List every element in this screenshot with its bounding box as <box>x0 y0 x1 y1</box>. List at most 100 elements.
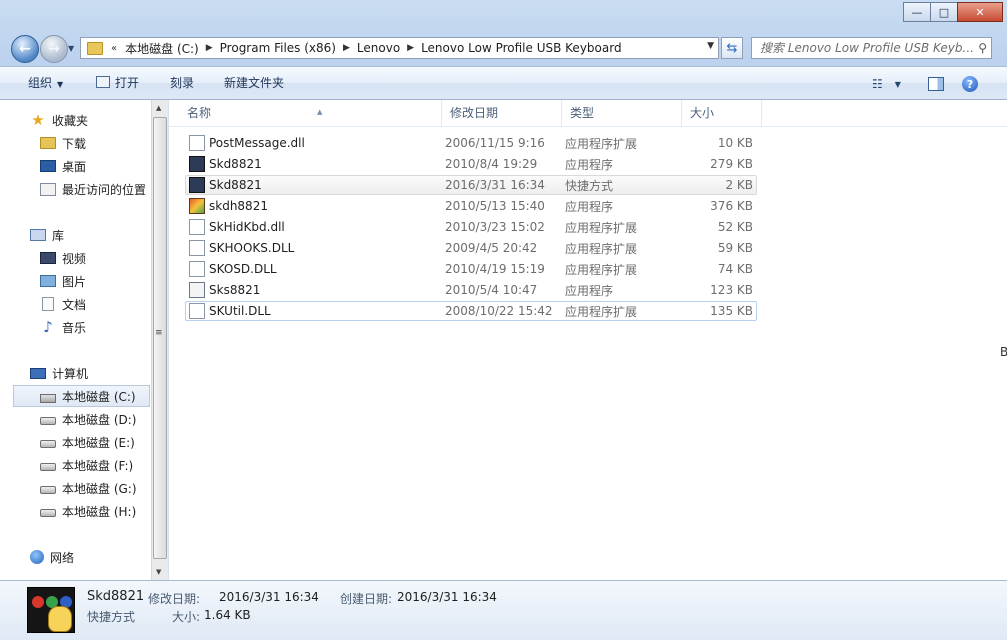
file-size: 135 KB <box>710 304 753 318</box>
preview-pane-button[interactable] <box>928 75 944 93</box>
scroll-thumb[interactable] <box>153 117 167 559</box>
generic-app-icon <box>189 282 205 298</box>
file-type: 应用程序扩展 <box>565 241 638 256</box>
organize-button[interactable]: 组织 ▼ <box>28 67 63 99</box>
preview-pane-icon <box>928 77 944 91</box>
nav-libraries[interactable]: 库 <box>30 224 153 246</box>
nav-computer[interactable]: 计算机 <box>30 362 153 384</box>
file-row-focused[interactable]: SKUtil.DLL 2008/10/22 15:42 应用程序扩展 135 K… <box>185 301 757 321</box>
new-folder-button[interactable]: 新建文件夹 <box>224 67 284 99</box>
breadcrumb-item[interactable]: Lenovo <box>357 41 400 55</box>
setup-icon <box>189 198 205 214</box>
pictures-icon <box>40 275 56 287</box>
forward-button[interactable]: → <box>40 35 68 63</box>
open-button[interactable]: 打开 <box>96 67 139 99</box>
nav-item-drive-c[interactable]: 本地磁盘 (C:) <box>13 385 150 407</box>
breadcrumb-item[interactable]: 本地磁盘 (C:) <box>125 40 199 57</box>
drive-icon <box>40 440 56 448</box>
help-icon: ? <box>962 76 978 92</box>
nav-scrollbar[interactable]: ▲ ≡ ▼ <box>151 100 168 580</box>
nav-item-drive-g[interactable]: 本地磁盘 (G:) <box>40 477 153 499</box>
nav-label: 桌面 <box>62 159 87 174</box>
column-header-name[interactable]: 名称 ▲ <box>179 100 442 126</box>
file-row-selected[interactable]: Skd8821 2016/3/31 16:34 快捷方式 2 KB <box>185 175 757 195</box>
file-type: 应用程序 <box>565 199 614 214</box>
file-type: 应用程序 <box>565 157 614 172</box>
nav-network[interactable]: 网络 <box>30 546 153 568</box>
burn-label: 刻录 <box>170 76 195 90</box>
file-row[interactable]: Sks8821 2010/5/4 10:47 应用程序 123 KB <box>185 280 757 300</box>
file-row[interactable]: skdh8821 2010/5/13 15:40 应用程序 376 KB <box>185 196 757 216</box>
hidden-crumbs-chevron[interactable]: « <box>111 43 117 54</box>
organize-label: 组织 <box>28 76 53 90</box>
command-bar: 组织 ▼ 打开 刻录 新建文件夹 ☷ ▼ ? <box>0 66 1007 100</box>
nav-label: 计算机 <box>52 366 89 381</box>
video-icon <box>40 252 56 264</box>
chevron-right-icon[interactable]: ▶ <box>407 43 414 53</box>
file-type: 快捷方式 <box>565 178 614 193</box>
file-row[interactable]: SKOSD.DLL 2010/4/19 15:19 应用程序扩展 74 KB <box>185 259 757 279</box>
nav-item-music[interactable]: ♪ 音乐 <box>40 316 153 338</box>
view-options-button[interactable]: ☷ ▼ <box>872 75 901 93</box>
chevron-right-icon[interactable]: ▶ <box>206 43 213 53</box>
file-row[interactable]: SKHOOKS.DLL 2009/4/5 20:42 应用程序扩展 59 KB <box>185 238 757 258</box>
address-dropdown-icon[interactable]: ▼ <box>707 41 714 51</box>
red-dot-icon <box>32 596 44 608</box>
column-label: 类型 <box>570 106 595 120</box>
nav-item-documents[interactable]: 文档 <box>40 293 153 315</box>
details-modified-label: 修改日期: <box>148 592 201 606</box>
star-icon: ★ <box>31 111 45 129</box>
nav-item-drive-d[interactable]: 本地磁盘 (D:) <box>40 408 153 430</box>
column-header-row: 名称 ▲ 修改日期 类型 大小 <box>169 100 1007 127</box>
file-size: 59 KB <box>717 241 753 255</box>
column-header-date[interactable]: 修改日期 <box>442 100 562 126</box>
file-type: 应用程序扩展 <box>565 304 638 319</box>
view-list-icon: ☷ <box>872 77 883 91</box>
file-row[interactable]: Skd8821 2010/8/4 19:29 应用程序 279 KB <box>185 154 757 174</box>
breadcrumb-item[interactable]: Program Files (x86) <box>220 41 336 55</box>
nav-item-downloads[interactable]: 下载 <box>40 132 153 154</box>
breadcrumb-item[interactable]: Lenovo Low Profile USB Keyboard <box>421 41 622 55</box>
drive-icon <box>40 509 56 517</box>
search-input[interactable]: 搜索 Lenovo Low Profile USB Keyb... ⚲ <box>751 37 992 59</box>
file-row[interactable]: PostMessage.dll 2006/11/15 9:16 应用程序扩展 1… <box>185 133 757 153</box>
column-header-size[interactable]: 大小 <box>682 100 762 126</box>
details-modified-value: 2016/3/31 16:34 <box>219 590 319 604</box>
nav-item-drive-h[interactable]: 本地磁盘 (H:) <box>40 500 153 522</box>
nav-item-pictures[interactable]: 图片 <box>40 270 153 292</box>
close-button[interactable]: ✕ <box>957 2 1003 22</box>
chevron-down-icon: ▼ <box>894 79 901 89</box>
minimize-button[interactable]: — <box>903 2 931 22</box>
help-button[interactable]: ? <box>962 75 978 93</box>
scroll-up-icon[interactable]: ▲ <box>156 104 161 112</box>
file-size: 279 KB <box>710 157 753 171</box>
nav-favorites[interactable]: ★ 收藏夹 <box>30 109 153 131</box>
column-header-type[interactable]: 类型 <box>562 100 682 126</box>
burn-button[interactable]: 刻录 <box>170 67 194 99</box>
maximize-button[interactable]: □ <box>930 2 958 22</box>
folder-icon <box>87 41 103 55</box>
nav-item-drive-e[interactable]: 本地磁盘 (E:) <box>40 431 153 453</box>
nav-item-recent-places[interactable]: 最近访问的位置 <box>40 178 153 200</box>
pointing-hand-icon <box>48 606 72 632</box>
chevron-right-icon[interactable]: ▶ <box>343 43 350 53</box>
dll-icon <box>189 219 205 235</box>
nav-item-videos[interactable]: 视频 <box>40 247 153 269</box>
nav-item-drive-f[interactable]: 本地磁盘 (F:) <box>40 454 153 476</box>
recent-pages-dropdown[interactable]: ▼ <box>68 44 74 53</box>
file-date: 2010/5/13 15:40 <box>445 199 545 213</box>
scroll-down-icon[interactable]: ▼ <box>156 568 161 576</box>
file-row[interactable]: SkHidKbd.dll 2010/3/23 15:02 应用程序扩展 52 K… <box>185 217 757 237</box>
nav-item-desktop[interactable]: 桌面 <box>40 155 153 177</box>
shortcut-thumbnail <box>27 587 75 633</box>
open-label: 打开 <box>115 76 140 90</box>
dll-icon <box>189 303 205 319</box>
nav-label: 库 <box>52 228 65 243</box>
address-row: ← → ▼ « 本地磁盘 (C:) ▶ Program Files (x86) … <box>0 32 1007 64</box>
refresh-button[interactable]: ⇆ <box>721 37 743 59</box>
downloads-folder-icon <box>40 137 56 149</box>
recent-places-icon <box>40 182 56 196</box>
back-button[interactable]: ← <box>11 35 39 63</box>
nav-label: 本地磁盘 (E:) <box>62 435 135 450</box>
address-bar[interactable]: « 本地磁盘 (C:) ▶ Program Files (x86) ▶ Leno… <box>80 37 719 59</box>
